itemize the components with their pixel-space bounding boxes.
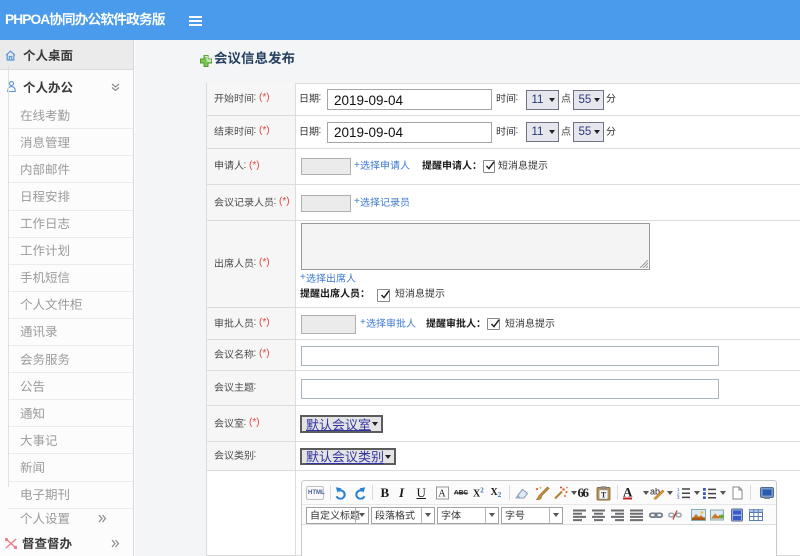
svg-text:T: T <box>600 490 606 499</box>
svg-text:3: 3 <box>677 495 680 499</box>
